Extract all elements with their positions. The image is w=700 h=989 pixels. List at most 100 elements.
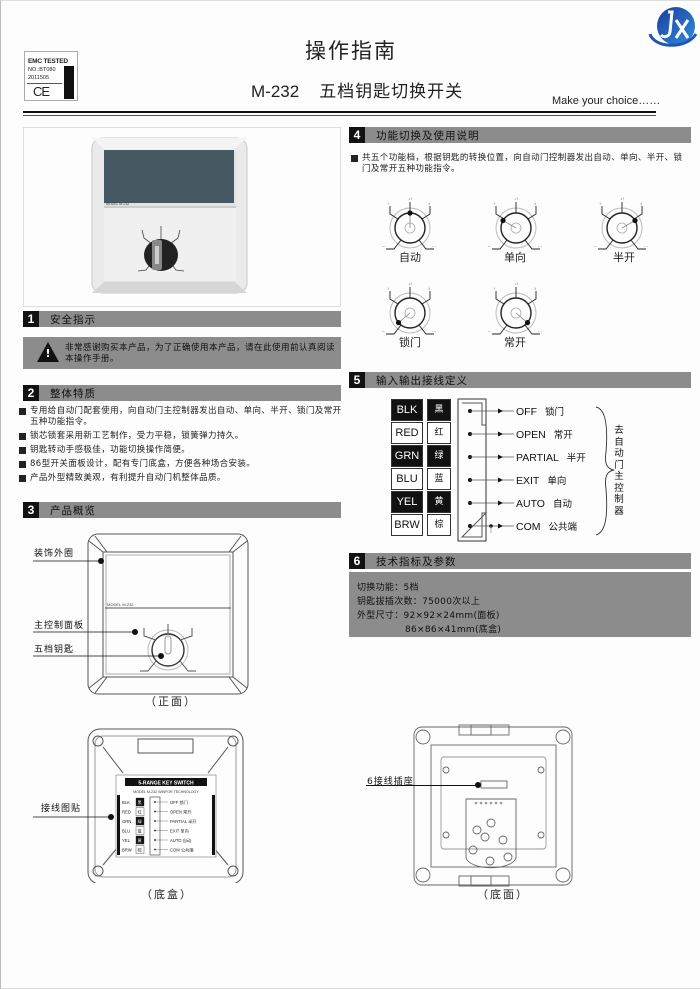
svg-text:↓↑: ↓↑ — [514, 196, 518, 201]
sticker-title: 5-RANGE KEY SWITCH — [138, 781, 194, 787]
callout-decorative-ring: 装饰外圈 — [34, 549, 75, 559]
arrow-icon — [498, 454, 503, 460]
position-dials: ↓↑ ↑ ↕ -- - - ↓↑ ↑ ↕ -- - - ↓↑ ↑ ↕ -- - - ↓↑ ↑ ↕ -- - - ↓↑ ↑ ↕… — [382, 196, 648, 335]
destination-char: 控 — [614, 482, 624, 494]
svg-text:--: -- — [594, 243, 597, 248]
wire-signal: COM 公共端 — [516, 519, 577, 533]
feature-item: 专用给自动门配套使用，向自动门主控制器发出自动、单向、半开、锁门及常开五种功能指… — [19, 406, 349, 428]
wire-signal: AUTO 自动 — [516, 496, 572, 510]
mini-wire-code: BLU — [122, 829, 130, 834]
pointer-dot — [407, 210, 413, 216]
section-number: 1 — [23, 311, 39, 327]
destination-char: 器 — [614, 505, 624, 517]
svg-text:--: -- — [382, 243, 385, 248]
section-number: 4 — [349, 127, 365, 143]
svg-text:↑: ↑ — [493, 201, 495, 206]
mini-wire-code: YEL — [122, 838, 131, 843]
feature-item: 86型开关面板设计，配有专门底盒，方便各种场合安装。 — [19, 459, 349, 470]
section-title: 功能切换及使用说明 — [376, 130, 480, 142]
pointer-dot — [524, 320, 531, 326]
mini-wire-color: 黄 — [138, 837, 142, 844]
header-rule — [23, 111, 656, 113]
destination-char: 动 — [614, 448, 624, 459]
svg-text:--: -- — [382, 328, 385, 333]
destination-char: 门 — [614, 459, 624, 471]
callout-five-position-key: 五档钥匙 — [34, 645, 75, 655]
pointer-dot — [500, 217, 506, 224]
feature-item: 钥匙转动手感极佳，功能切换操作简便。 — [19, 445, 349, 456]
section-title: 输入输出接线定义 — [376, 375, 468, 387]
signal-name: AUTO — [516, 498, 545, 510]
arrow-icon — [498, 500, 503, 506]
section-5-header: 5 输入输出接线定义 — [349, 372, 691, 388]
page-subtitle: M-232 五档钥匙切换开关 — [251, 77, 463, 102]
section-number: 5 — [349, 372, 365, 388]
cert-line-2: NO.:BT080 — [28, 67, 56, 73]
header-rule-thin — [23, 115, 656, 116]
pointer-dot — [395, 320, 402, 326]
pointer-dot — [632, 217, 638, 224]
destination-char: 自 — [614, 436, 624, 448]
spec-switch-positions: 切换功能：5档 — [357, 583, 419, 593]
section-title: 产品概览 — [50, 505, 96, 517]
product-name: 五档钥匙切换开关 — [319, 82, 464, 102]
svg-text:MODEL M-232: MODEL M-232 — [106, 202, 129, 206]
safety-warning: ! 非常感谢购买本产品，为了正确使用本产品，请在此使用前认真阅读本操作手册。 — [23, 337, 341, 369]
dial-label-open: 常开 — [504, 336, 526, 349]
svg-text:- -: - - — [538, 328, 542, 333]
wire-signal: PARTIAL 半开 — [516, 450, 586, 464]
dial-label-partial: 半开 — [613, 251, 635, 264]
signal-function: 单向 — [547, 476, 567, 487]
mini-wire-code: GRN — [122, 819, 131, 824]
wire-code-cell: BLK — [391, 399, 423, 421]
section-6-header: 6 技术指标及参数 — [349, 553, 691, 569]
dial-label-exit: 单向 — [504, 251, 526, 264]
svg-text:↓↑: ↓↑ — [514, 281, 518, 286]
panel-window — [104, 150, 234, 203]
dial-3: ↓↑ ↑ ↕ -- - - — [594, 196, 648, 250]
wire-color-cell: 黄 — [427, 491, 451, 513]
svg-text:↕: ↕ — [428, 201, 430, 206]
section-2-header: 2 整体特质 — [23, 385, 341, 401]
signal-function: 锁门 — [545, 407, 565, 418]
box-caption: （底盒） — [141, 888, 193, 901]
section-title: 安全指示 — [50, 314, 96, 326]
svg-text:↑: ↑ — [387, 201, 389, 206]
mini-wire-signal: COM 公共端 — [170, 847, 194, 854]
svg-text:↓↑: ↓↑ — [620, 196, 624, 201]
ce-mark-icon: CE — [33, 84, 50, 99]
feature-item: 锁芯锁套采用新工艺制作，受力平稳，锁簧弹力持久。 — [19, 431, 349, 442]
dial-4: ↓↑ ↑ ↕ -- - - — [382, 281, 436, 335]
mini-wire-signal: OFF 锁门 — [170, 799, 188, 806]
svg-text:- -: - - — [432, 328, 436, 333]
wire-code-cell: BLU — [391, 468, 423, 490]
svg-text:↕: ↕ — [428, 286, 430, 291]
feature-list: 专用给自动门配套使用，向自动门主控制器发出自动、单向、半开、锁门及常开五种功能指… — [19, 406, 349, 487]
mini-wire-color: 红 — [138, 809, 142, 815]
wire-signal: OFF 锁门 — [516, 404, 564, 418]
signal-name: PARTIAL — [516, 452, 559, 464]
arrow-icon — [498, 408, 503, 414]
svg-text:- -: - - — [432, 243, 436, 248]
wire-signal: OPEN 常开 — [516, 427, 573, 441]
mini-wire-code: RED — [122, 810, 131, 815]
warning-text: 非常感谢购买本产品，为了正确使用本产品，请在此使用前认真阅读本操作手册。 — [65, 343, 336, 364]
page-title: 操作指南 — [305, 39, 397, 63]
svg-text:- -: - - — [538, 243, 542, 248]
sticker-subtitle: MODEL M-232 WINFOR TECHNOLOGY — [133, 790, 199, 794]
arrow-icon — [498, 523, 503, 529]
svg-text:↑: ↑ — [599, 201, 601, 206]
signal-name: COM — [516, 521, 541, 533]
mini-wire-signal: OPEN 常开 — [170, 809, 191, 816]
svg-text:↓↑: ↓↑ — [408, 196, 412, 201]
spec-panel: 切换功能：5档 钥匙拔插次数：75000次以上 外型尺寸：92×92×24mm(… — [349, 572, 691, 637]
spec-box-size: 86×86×41mm(底盒) — [405, 625, 502, 635]
svg-text:- -: - - — [644, 243, 648, 248]
svg-text:↕: ↕ — [640, 201, 642, 206]
section-number: 3 — [23, 502, 39, 518]
wire-color-cell: 棕 — [427, 514, 451, 536]
callout-wiring-sticker: 接线图贴 — [41, 804, 82, 814]
product-photo: MODEL M-232 — [23, 127, 341, 307]
svg-text:↑: ↑ — [387, 286, 389, 291]
cert-bar — [64, 66, 74, 99]
